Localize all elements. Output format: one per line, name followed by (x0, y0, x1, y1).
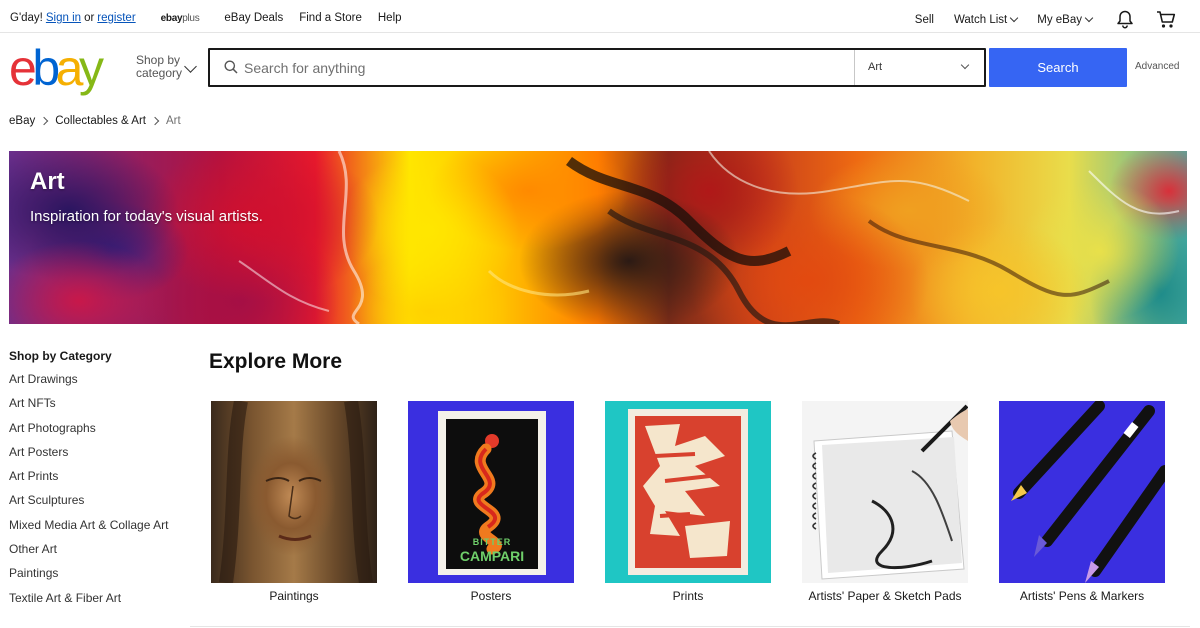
explore-cards: Paintings BITTER CAMPARI Posters Prints … (211, 401, 1196, 603)
breadcrumb: eBay Collectables & Art Art (9, 115, 181, 127)
my-ebay-label: My eBay (1037, 13, 1082, 26)
pens-markers-image (999, 401, 1165, 583)
poster-text-line1: BITTER (472, 537, 512, 547)
watch-list-label: Watch List (953, 13, 1008, 26)
cart-icon[interactable] (1156, 10, 1176, 29)
card-label-prints: Prints (672, 589, 704, 603)
hero-title: Art (30, 168, 65, 195)
chevron-down-icon (1084, 13, 1094, 22)
prints-image (605, 401, 771, 583)
sell-link[interactable]: Sell (915, 14, 934, 26)
explore-more-heading: Explore More (209, 350, 343, 373)
pens-drawing (1011, 401, 1165, 583)
ebay-plus-link[interactable]: ebayplus (161, 13, 200, 24)
hero-banner (9, 151, 1187, 324)
register-link[interactable]: register (97, 12, 135, 24)
print-shapes (643, 424, 730, 558)
hero-art-texture (238, 151, 1180, 324)
chevron-down-icon (1010, 13, 1019, 22)
breadcrumb-item-collectables-art[interactable]: Collectables & Art (55, 115, 146, 127)
logo-letter-e: e (9, 40, 37, 96)
poster-print: BITTER CAMPARI (446, 419, 538, 569)
advanced-search-link[interactable]: Advanced (1135, 61, 1179, 72)
paintings-image (211, 401, 377, 583)
hero-subtitle: Inspiration for today's visual artists. (30, 208, 263, 225)
poster-frame: BITTER CAMPARI (438, 411, 546, 575)
shop-by-category-sidebar: Shop by Category Art Drawings Art NFTs A… (9, 349, 189, 616)
my-ebay-menu[interactable]: My eBay (1037, 13, 1094, 26)
painting-face-drawing (219, 401, 373, 583)
ebay-plus-brand: ebay (160, 12, 183, 24)
sidebar-item-textile-art[interactable]: Textile Art & Fiber Art (9, 591, 189, 616)
search-input[interactable] (244, 50, 844, 85)
watch-list-menu[interactable]: Watch List (953, 13, 1019, 26)
breadcrumb-item-ebay[interactable]: eBay (9, 115, 35, 127)
card-prints[interactable]: Prints (605, 401, 771, 603)
sketch-pad-drawing (812, 404, 968, 580)
shop-by-category-button[interactable]: Shop by category (136, 54, 182, 80)
logo-letter-y: y (78, 40, 104, 96)
card-label-posters: Posters (470, 589, 512, 603)
posters-image: BITTER CAMPARI (408, 401, 574, 583)
category-select-value: Art (868, 61, 883, 73)
sidebar-item-art-nfts[interactable]: Art NFTs (9, 397, 189, 421)
card-label-pens-markers: Artists' Pens & Markers (1019, 589, 1145, 603)
greeting-text: G'day! (10, 12, 43, 24)
top-bar-left: G'day! Sign in or register ebayplus eBay… (10, 12, 402, 24)
sidebar-heading: Shop by Category (9, 349, 112, 363)
sidebar-item-art-posters[interactable]: Art Posters (9, 445, 189, 470)
search-icon (224, 60, 238, 79)
or-text: or (84, 12, 95, 24)
chevron-down-icon (960, 60, 970, 70)
poster-text-line2: CAMPARI (459, 548, 525, 564)
card-posters[interactable]: BITTER CAMPARI Posters (408, 401, 574, 603)
sidebar-item-other-art[interactable]: Other Art (9, 542, 189, 567)
card-paper-sketch-pads[interactable]: Artists' Paper & Sketch Pads (802, 401, 968, 603)
logo-letter-b: b (32, 40, 60, 96)
ebay-logo[interactable]: ebay (9, 40, 104, 96)
sketch-pad-image (802, 401, 968, 583)
shop-by-line2: category (136, 66, 183, 80)
top-bar-right: Sell Watch List My eBay (895, 10, 1176, 29)
chevron-right-icon (150, 116, 160, 126)
print-frame (628, 409, 748, 575)
find-store-link[interactable]: Find a Store (299, 12, 362, 24)
card-pens-markers[interactable]: Artists' Pens & Markers (999, 401, 1165, 603)
chevron-down-icon[interactable] (184, 60, 197, 73)
sidebar-item-art-photographs[interactable]: Art Photographs (9, 421, 189, 446)
sidebar-item-art-sculptures[interactable]: Art Sculptures (9, 494, 189, 518)
top-bar: G'day! Sign in or register ebayplus eBay… (0, 6, 1200, 33)
section-divider (190, 626, 1190, 627)
breadcrumb-item-current: Art (165, 115, 181, 127)
sign-in-link[interactable]: Sign in (46, 12, 81, 24)
ebay-deals-link[interactable]: eBay Deals (224, 12, 283, 24)
print-artwork (635, 416, 741, 568)
sidebar-list: Art Drawings Art NFTs Art Photographs Ar… (9, 372, 189, 616)
sidebar-item-paintings[interactable]: Paintings (9, 567, 189, 591)
bell-icon[interactable] (1116, 10, 1134, 29)
category-select[interactable]: Art (854, 50, 984, 85)
search-box: Art (208, 48, 986, 87)
card-label-paintings: Paintings (269, 589, 319, 603)
sidebar-item-art-drawings[interactable]: Art Drawings (9, 372, 189, 397)
sidebar-item-mixed-media[interactable]: Mixed Media Art & Collage Art (9, 518, 189, 543)
ebay-plus-suffix: plus (182, 12, 200, 24)
chevron-right-icon (39, 116, 49, 126)
help-link[interactable]: Help (378, 12, 402, 24)
logo-letter-a: a (55, 40, 84, 96)
search-button[interactable]: Search (989, 48, 1127, 87)
card-label-paper-sketch-pads: Artists' Paper & Sketch Pads (808, 589, 962, 603)
card-paintings[interactable]: Paintings (211, 401, 377, 603)
sidebar-item-art-prints[interactable]: Art Prints (9, 470, 189, 494)
